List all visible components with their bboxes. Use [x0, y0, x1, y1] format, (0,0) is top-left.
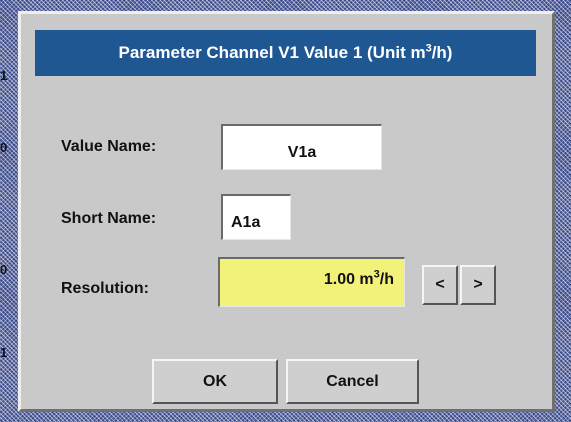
value-name-field[interactable]: V1a	[221, 124, 382, 170]
increase-resolution-button[interactable]: >	[460, 265, 496, 305]
cancel-button[interactable]: Cancel	[286, 359, 419, 404]
background-fragment-text: 0	[0, 140, 8, 155]
short-name-label: Short Name:	[61, 210, 157, 227]
background-fragment-text: 1	[0, 68, 8, 83]
resolution-value: 1.00 m3/h	[323, 268, 394, 288]
value-name-label: Value Name:	[61, 138, 157, 155]
decrease-resolution-label: <	[435, 276, 445, 293]
decrease-resolution-button[interactable]: <	[422, 265, 458, 305]
short-name-field[interactable]: A1a	[221, 194, 291, 240]
value-name-value: V1a	[287, 144, 317, 161]
background-fragment-text: 0	[0, 262, 8, 277]
ok-label: OK	[203, 372, 227, 390]
background-fragment-text: 1	[0, 345, 8, 360]
ok-button[interactable]: OK	[152, 359, 278, 404]
resolution-label: Resolution:	[61, 280, 149, 297]
short-name-value: A1a	[231, 214, 261, 231]
increase-resolution-label: >	[473, 276, 483, 293]
cancel-label: Cancel	[326, 372, 379, 390]
resolution-field[interactable]: 1.00 m3/h	[218, 257, 405, 307]
dialog-title: Parameter Channel V1 Value 1 (Unit m3/h)	[118, 42, 453, 62]
parameter-dialog: Parameter Channel V1 Value 1 (Unit m3/h)…	[18, 11, 555, 412]
dialog-title-bar: Parameter Channel V1 Value 1 (Unit m3/h)	[35, 30, 536, 76]
